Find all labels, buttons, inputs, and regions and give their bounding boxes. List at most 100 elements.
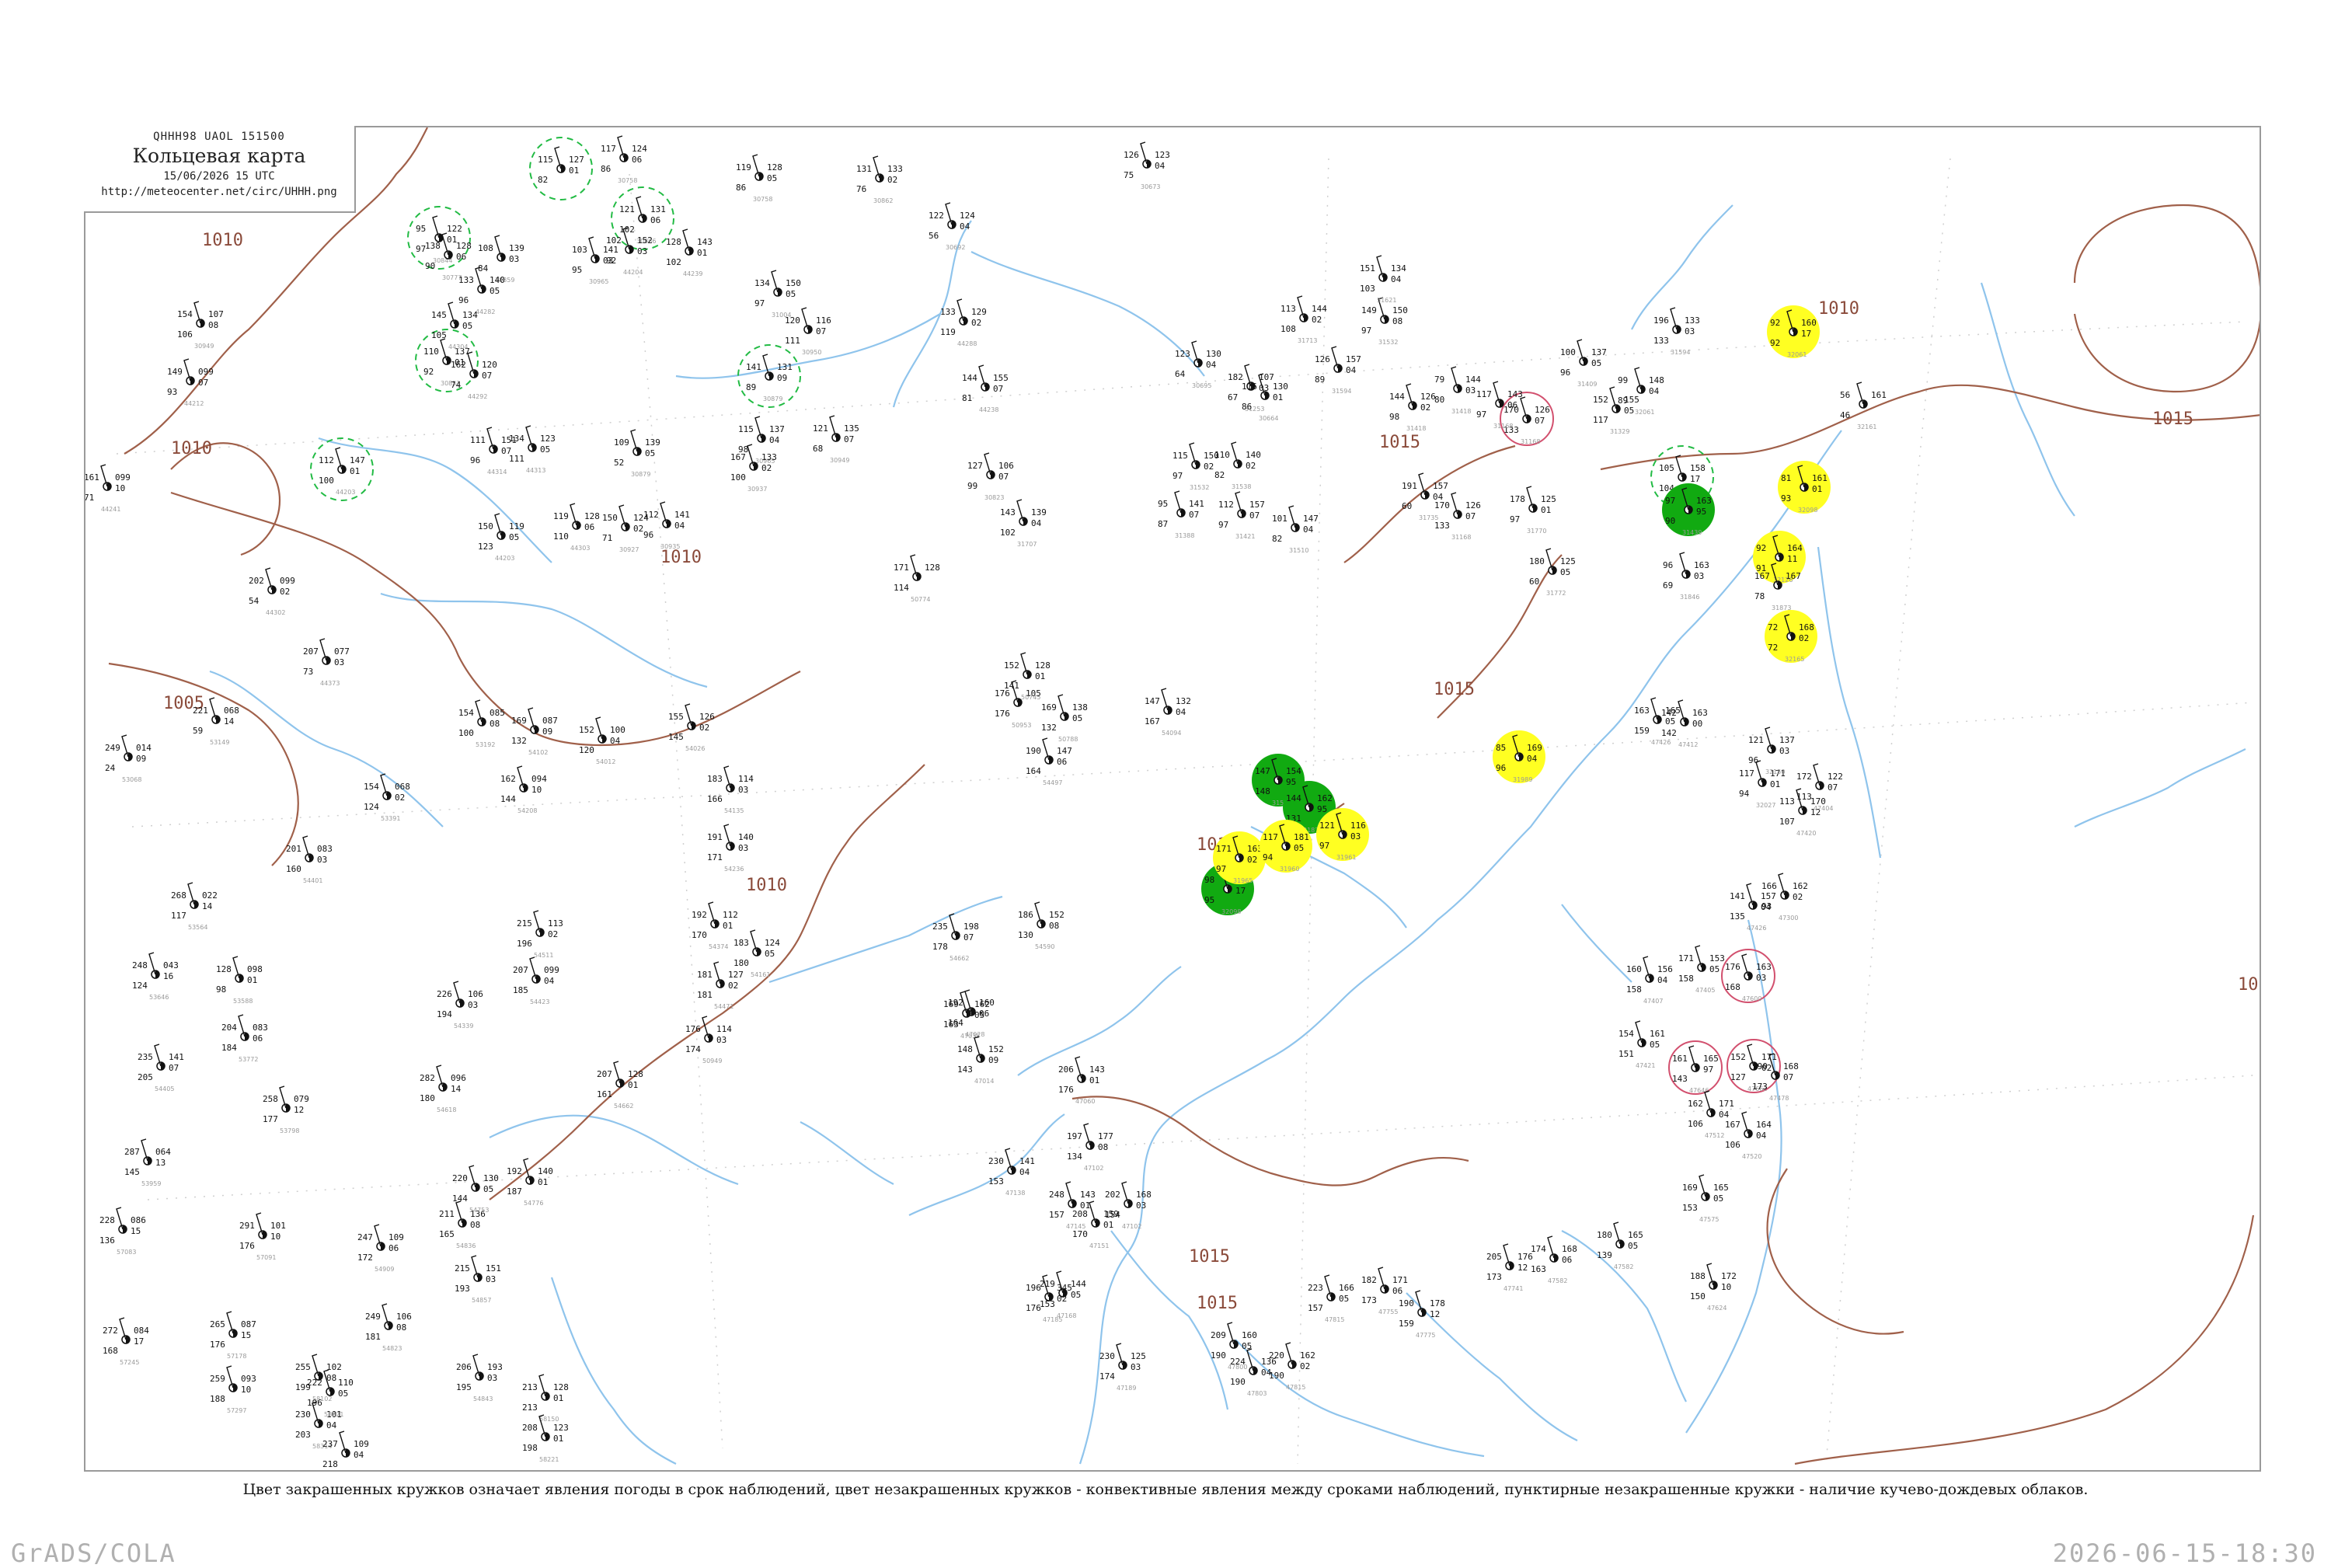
station-model[interactable]: 265 08715 17657178 bbox=[210, 1311, 256, 1360]
station-model[interactable]: 176 16303 16847600 bbox=[1721, 949, 1775, 1003]
station-model[interactable]: 192 11201 17054374 bbox=[692, 901, 738, 950]
station-model[interactable]: 95 14107 87 31388 bbox=[1158, 490, 1204, 539]
station-model[interactable]: 160 15604 15847407 bbox=[1626, 956, 1673, 1005]
station-model[interactable]: 115 15002 97 31532 bbox=[1172, 442, 1219, 491]
station-model[interactable]: 145 13405 10544304 bbox=[431, 301, 478, 350]
station-model[interactable]: 180 12505 60 31772 bbox=[1529, 548, 1576, 597]
station-model[interactable]: 178 12501 97 31770 bbox=[1510, 486, 1556, 535]
station-model[interactable]: 161 16597 14347646 bbox=[1668, 1040, 1723, 1095]
station-model[interactable]: 169 16505 15347575 bbox=[1682, 1174, 1729, 1223]
station-model[interactable]: 249 01409 24 53068 bbox=[105, 734, 152, 783]
station-model[interactable]: 92 16017 92 32061 bbox=[1767, 305, 1820, 358]
station-model[interactable]: 167 13302 10030937 bbox=[730, 444, 777, 493]
station-model[interactable]: 110 137019230853 bbox=[415, 329, 479, 392]
station-model[interactable]: 207 09904 18554423 bbox=[513, 956, 559, 1005]
station-model[interactable]: 204 08306 18453772 bbox=[221, 1014, 268, 1063]
station-model[interactable]: 110 140028231538 bbox=[1214, 441, 1261, 490]
station-model[interactable]: 190 17812 15947775 bbox=[1399, 1290, 1445, 1339]
station-model[interactable]: 258 07912 17753798 bbox=[263, 1085, 309, 1134]
station-model[interactable]: 117 18105 94 31960 bbox=[1260, 820, 1312, 873]
station-model[interactable]: 180 16505 13947582 bbox=[1597, 1221, 1643, 1270]
station-model[interactable]: 144 12602 98 31418 bbox=[1389, 383, 1436, 432]
station-model[interactable]: 206 14301 17647060 bbox=[1058, 1056, 1105, 1105]
station-model[interactable]: 161 09910 71 44241 bbox=[85, 464, 131, 513]
station-model[interactable]: 235 14107 20554405 bbox=[138, 1044, 184, 1092]
station-model[interactable]: 192 14001 18754776 bbox=[507, 1158, 553, 1207]
station-model[interactable]: 196 1330313331594 bbox=[1653, 307, 1700, 356]
station-model[interactable]: 230 14104 15347138 bbox=[988, 1148, 1035, 1197]
station-model[interactable]: 117 12406 86 30758 bbox=[601, 135, 647, 184]
station-model[interactable]: 282 09614 18054618 bbox=[420, 1064, 466, 1113]
station-model[interactable]: 191 14003 17154236 bbox=[707, 824, 754, 873]
station-model[interactable]: 213 1280121358150 bbox=[522, 1374, 569, 1423]
station-model[interactable]: 163 1650515947426 bbox=[1634, 697, 1681, 746]
station-model[interactable]: 152 1550511731329 bbox=[1593, 386, 1639, 435]
station-model[interactable]: 100 13705 96 31409 bbox=[1560, 339, 1607, 388]
station-model[interactable]: 201 08303 16054401 bbox=[286, 835, 333, 884]
station-model[interactable]: 162 17104 10647512 bbox=[1688, 1090, 1734, 1139]
source-url[interactable]: http://meteocenter.net/circ/UHHH.png bbox=[84, 186, 354, 198]
station-model[interactable]: 141 13109 89 30879 bbox=[737, 344, 801, 408]
station-model[interactable]: 152 10004 12054012 bbox=[579, 716, 625, 765]
station-model[interactable]: 171 15305 15847405 bbox=[1678, 945, 1725, 994]
station-model[interactable]: 117 14306 97 31168 bbox=[1476, 381, 1523, 430]
station-model[interactable]: 119 12806 11044303 bbox=[553, 503, 600, 552]
station-model[interactable]: 81 16101 93 32098 bbox=[1778, 461, 1831, 514]
station-model[interactable]: 123 13004 64 30695 bbox=[1175, 340, 1221, 389]
station-model[interactable]: 192 1600616447028 bbox=[948, 989, 995, 1038]
station-model[interactable]: 121 13703 96 32150 bbox=[1748, 727, 1795, 775]
station-model[interactable]: 162 12007 74 44292 bbox=[451, 351, 497, 400]
station-model[interactable]: 141 15704 13547426 bbox=[1730, 883, 1776, 932]
station-model[interactable]: 149 09907 93 44212 bbox=[167, 358, 214, 407]
station-model[interactable]: 205 1761217347741 bbox=[1486, 1243, 1533, 1292]
station-model[interactable]: 259 09310 18857297 bbox=[210, 1365, 256, 1414]
station-model[interactable]: 131 13302 76 30862 bbox=[856, 155, 903, 204]
station-model[interactable]: 183 11403 16654135 bbox=[707, 765, 754, 814]
station-model[interactable]: 121 13507 68 30949 bbox=[813, 415, 859, 464]
station-model[interactable]: 202 09902 54 44302 bbox=[249, 567, 295, 616]
station-model[interactable]: 56 161 46 32161 bbox=[1840, 382, 1887, 430]
station-model[interactable]: 169 08709 13254102 bbox=[511, 707, 558, 756]
station-model[interactable]: 154 10708 10630949 bbox=[177, 301, 224, 350]
station-model[interactable]: 85 16904 96 31989 bbox=[1493, 730, 1545, 783]
station-model[interactable]: 147 13204 16754094 bbox=[1145, 688, 1191, 737]
station-model[interactable]: 220 16202 19047815 bbox=[1269, 1342, 1315, 1391]
station-model[interactable]: 79 14403 80 31418 bbox=[1434, 366, 1481, 415]
station-model[interactable]: 97 16395 90 31439 bbox=[1662, 483, 1715, 536]
station-model[interactable]: 215 15103 19354857 bbox=[455, 1255, 501, 1304]
station-model[interactable]: 2371090421858238 bbox=[322, 1430, 369, 1472]
station-model[interactable]: 172 12207 11347404 bbox=[1796, 763, 1843, 812]
station-model[interactable]: 155 12602 14554026 bbox=[668, 703, 715, 752]
station-model[interactable]: 230 12503 17447189 bbox=[1099, 1343, 1146, 1392]
station-model[interactable]: 248 1430115747145 bbox=[1049, 1181, 1096, 1230]
station-model[interactable]: 174 16806 16347582 bbox=[1531, 1235, 1577, 1284]
station-model[interactable]: 186 15208 13054590 bbox=[1018, 901, 1064, 950]
station-model[interactable]: 287 06413 14553959 bbox=[124, 1138, 171, 1187]
station-model[interactable]: 152 12801 14150745 bbox=[1004, 652, 1051, 701]
station-model[interactable]: 167 16404 10647520 bbox=[1725, 1111, 1772, 1160]
station-model[interactable]: 143 13904 10231707 bbox=[1000, 499, 1047, 548]
station-model[interactable]: 121 11603 97 31961 bbox=[1316, 808, 1369, 861]
station-model[interactable]: 220 13005 14454753 bbox=[452, 1165, 499, 1214]
station-model[interactable]: 126 15704 89 31594 bbox=[1315, 346, 1361, 395]
station-model[interactable]: 268 02214 11753564 bbox=[171, 882, 218, 931]
station-model[interactable]: 226 10603 19454339 bbox=[437, 981, 483, 1030]
station-model[interactable]: 122 12404 56 30692 bbox=[929, 202, 975, 251]
station-model[interactable]: 171 163029731965 bbox=[1213, 831, 1266, 884]
station-model[interactable]: 128 09801 98 53588 bbox=[216, 956, 263, 1005]
station-model[interactable]: 154 16105 15147421 bbox=[1618, 1020, 1665, 1069]
station-model[interactable]: 148 15209 14347014 bbox=[957, 1036, 1004, 1085]
station-model[interactable]: 171 128 11450774 bbox=[894, 554, 940, 603]
station-model[interactable]: 150 124027130927 bbox=[602, 504, 649, 553]
station-model[interactable]: 215 11302 19654511 bbox=[517, 910, 563, 959]
station-model[interactable]: 206 19303 19554843 bbox=[456, 1354, 503, 1402]
station-model[interactable]: 150 11905 12344203 bbox=[478, 513, 524, 562]
station-model[interactable]: 197 17708 13447102 bbox=[1067, 1123, 1113, 1172]
station-model[interactable]: 134 150059731004 bbox=[754, 270, 801, 319]
station-model[interactable]: 151 13404 10331621 bbox=[1360, 255, 1406, 304]
station-model[interactable]: 134 12305 11144313 bbox=[509, 425, 556, 474]
station-model[interactable]: 248 04316 12453646 bbox=[132, 952, 179, 1001]
station-model[interactable]: 169 13805 13250788 bbox=[1041, 694, 1088, 743]
station-model[interactable]: 162 09410 14454208 bbox=[500, 765, 547, 814]
station-model[interactable]: 207 07703 73 44373 bbox=[303, 638, 350, 687]
